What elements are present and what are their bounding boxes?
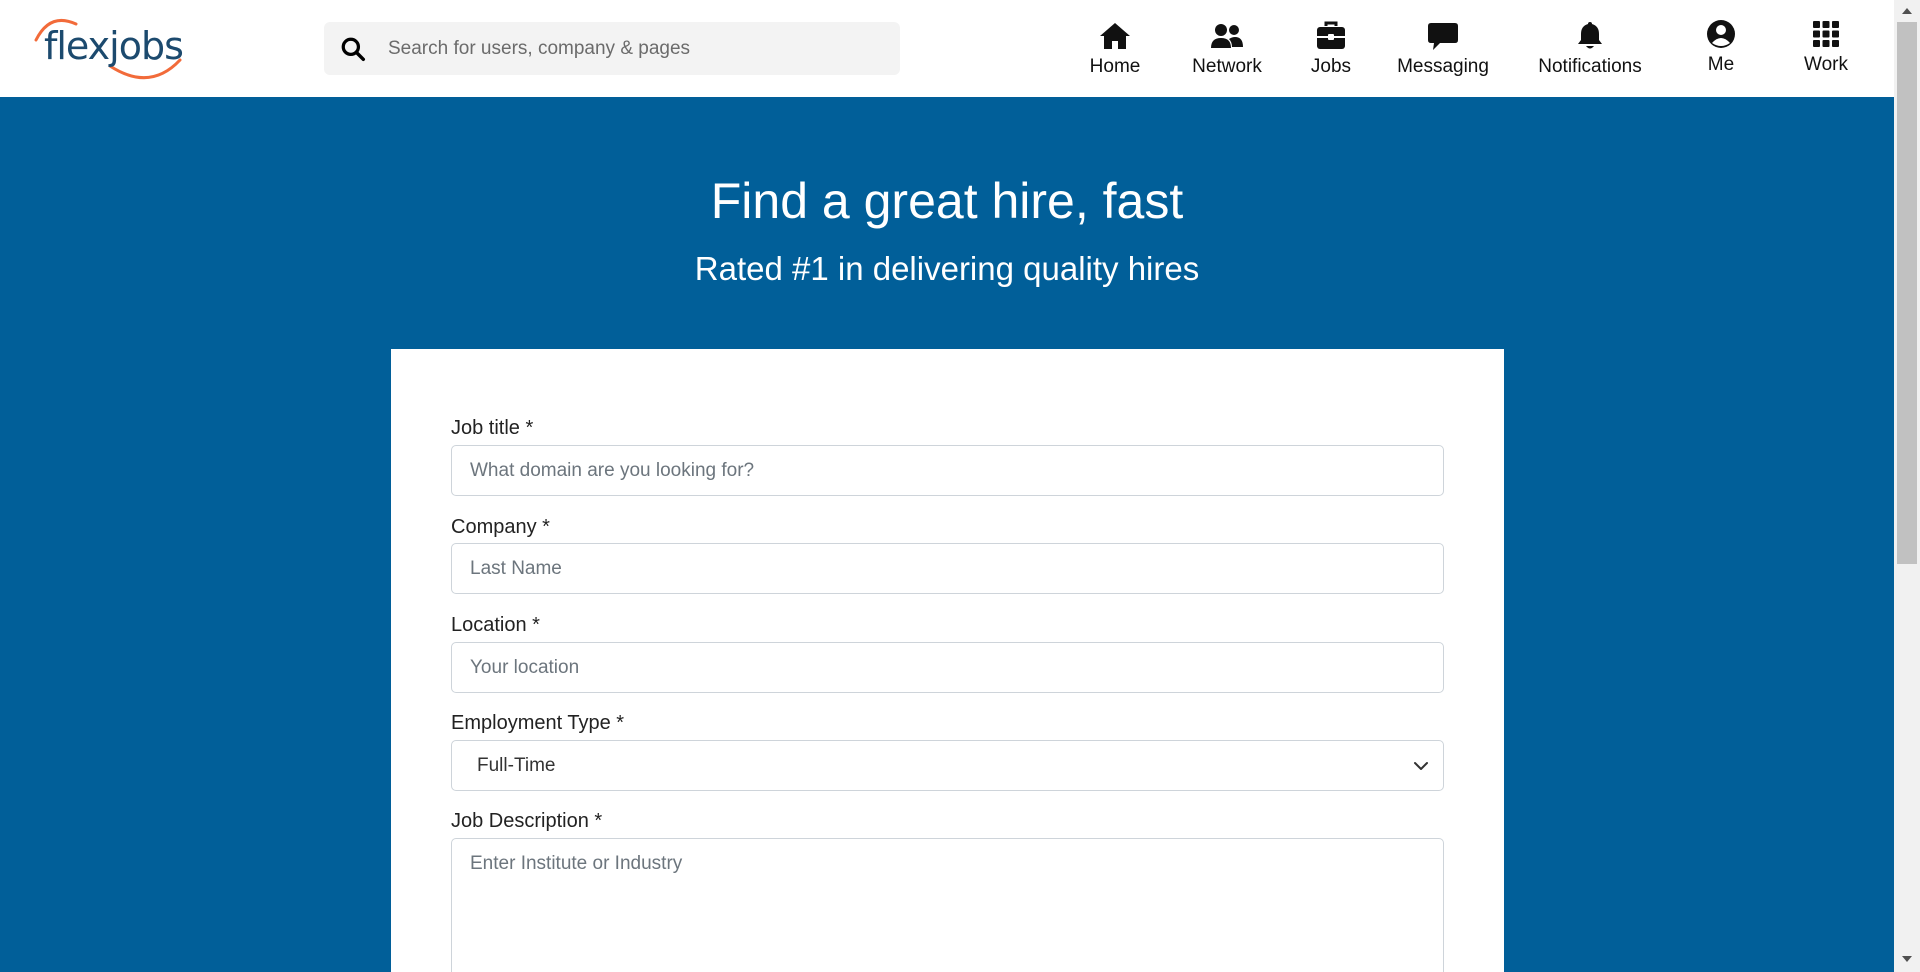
bell-icon: [1578, 22, 1602, 49]
employment-type-label: Employment Type *: [451, 712, 625, 734]
location-input[interactable]: [451, 642, 1444, 693]
search-input[interactable]: [388, 37, 868, 60]
nav-notifications[interactable]: Notifications: [1536, 20, 1644, 80]
company-input[interactable]: [451, 543, 1444, 594]
home-icon: [1100, 23, 1130, 49]
nav-notifications-label: Notifications: [1538, 56, 1642, 77]
employment-type-value: Full-Time: [477, 754, 556, 776]
search-bar: [324, 22, 900, 75]
job-description-textarea[interactable]: [451, 838, 1444, 972]
scroll-up-arrow-icon[interactable]: [1902, 8, 1912, 14]
logo-text: flexjobs: [44, 24, 184, 68]
nav-jobs[interactable]: Jobs: [1310, 20, 1352, 80]
nav-network-label: Network: [1192, 56, 1262, 77]
grid-apps-icon: [1813, 21, 1839, 47]
job-title-label: Job title *: [451, 417, 534, 439]
nav-jobs-label: Jobs: [1310, 56, 1352, 77]
nav-network[interactable]: Network: [1190, 20, 1264, 80]
nav-me[interactable]: Me: [1704, 18, 1738, 78]
job-title-input[interactable]: [451, 445, 1444, 496]
page-scrollbar[interactable]: [1894, 0, 1920, 972]
job-description-label: Job Description *: [451, 810, 603, 832]
nav-messaging[interactable]: Messaging: [1397, 20, 1489, 80]
company-label: Company *: [451, 516, 550, 538]
nav-work[interactable]: Work: [1802, 18, 1850, 78]
post-job-form: Job title * Company * Location * Employm…: [391, 349, 1504, 972]
nav-me-label: Me: [1707, 54, 1735, 75]
top-navbar: flexjobs Home Network Jobs: [0, 0, 1894, 97]
user-circle-icon: [1707, 20, 1735, 48]
message-bubble-icon: [1428, 23, 1458, 50]
hero-title: Find a great hire, fast: [710, 173, 1184, 229]
location-label: Location *: [451, 614, 540, 636]
chevron-down-icon: [1414, 762, 1428, 770]
flexjobs-logo[interactable]: flexjobs: [30, 14, 184, 84]
scroll-down-arrow-icon[interactable]: [1902, 956, 1912, 962]
employment-type-select[interactable]: Full-Time: [451, 740, 1444, 791]
nav-messaging-label: Messaging: [1397, 56, 1489, 77]
scrollbar-thumb[interactable]: [1897, 22, 1917, 564]
nav-work-label: Work: [1804, 54, 1848, 75]
nav-home-label: Home: [1089, 56, 1141, 77]
network-icon: [1211, 24, 1243, 48]
nav-home[interactable]: Home: [1088, 20, 1142, 80]
hero-subtitle: Rated #1 in delivering quality hires: [694, 250, 1200, 287]
search-icon[interactable]: [340, 36, 366, 62]
briefcase-icon: [1317, 21, 1345, 49]
